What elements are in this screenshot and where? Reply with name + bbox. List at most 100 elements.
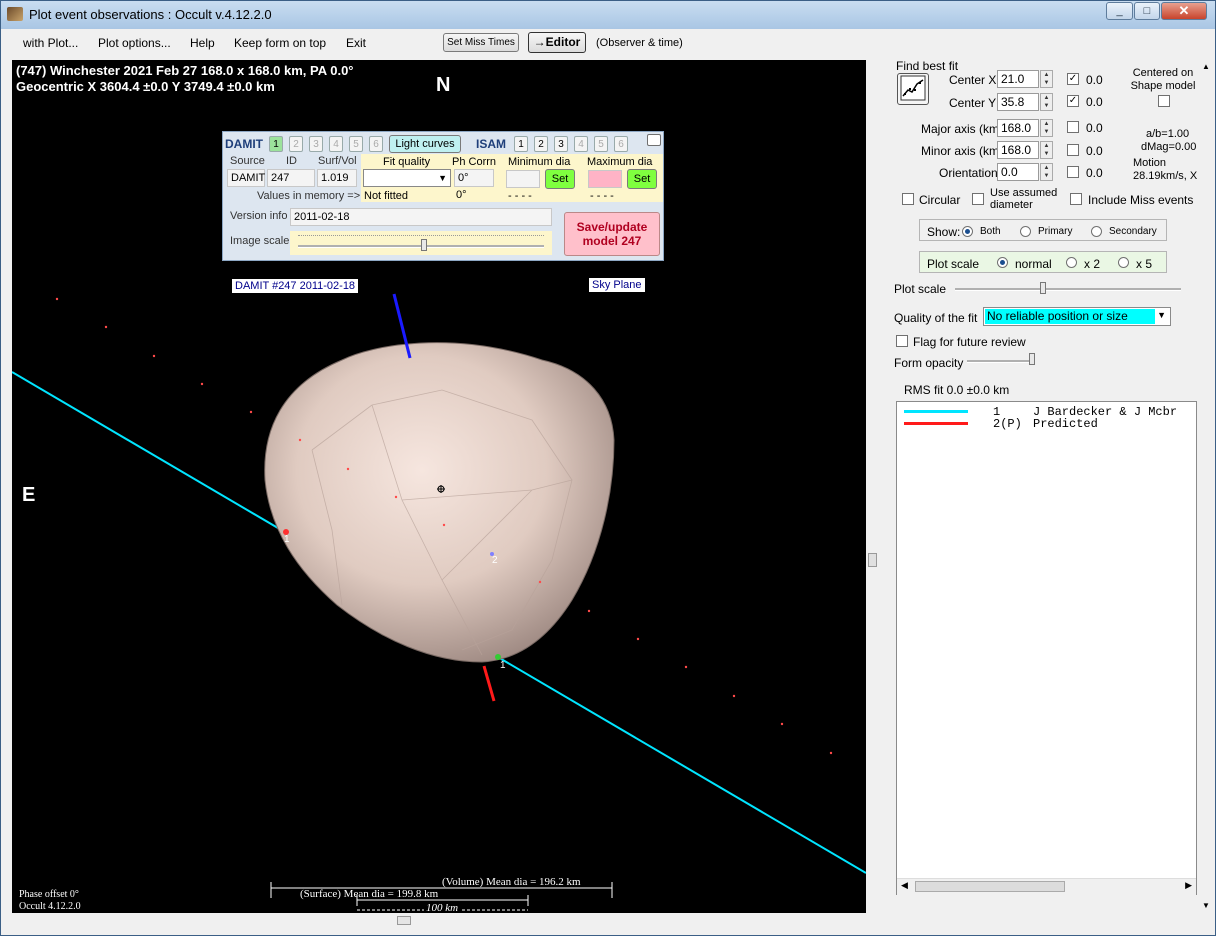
major-axis-checkbox[interactable]	[1067, 121, 1079, 133]
set-max-button[interactable]: Set	[627, 169, 657, 189]
chord-label-1b: 1	[500, 660, 506, 671]
center-y-spinner[interactable]: ▲ ▼	[1040, 93, 1053, 111]
orientation-residual: 0.0	[1086, 166, 1103, 180]
damit-model-1[interactable]: 1	[269, 136, 283, 152]
save-update-model-button[interactable]: Save/update model 247	[564, 212, 660, 256]
version-label: Occult 4.12.2.0	[19, 901, 81, 912]
min-dia-memory: - - - -	[508, 190, 532, 202]
best-fit-button[interactable]	[897, 73, 929, 105]
major-axis-spinner[interactable]: ▲ ▼	[1040, 119, 1053, 137]
scale-x5-radio[interactable]	[1118, 257, 1129, 268]
damit-model-5[interactable]: 5	[349, 136, 363, 152]
isam-model-2[interactable]: 2	[534, 136, 548, 152]
set-miss-times-button[interactable]: Set Miss Times	[443, 33, 519, 52]
title-bar: Plot event observations : Occult v.4.12.…	[1, 1, 1215, 29]
quality-select[interactable]: No reliable position or size ▼	[983, 307, 1171, 326]
minimize-button[interactable]: _	[1106, 2, 1133, 20]
form-opacity-thumb[interactable]	[1029, 353, 1035, 365]
legend-num-2: 2(P)	[993, 417, 1022, 431]
plot-scale-slider[interactable]	[955, 288, 1181, 291]
center-y-checkbox[interactable]: ✓	[1067, 95, 1079, 107]
damit-model-4[interactable]: 4	[329, 136, 343, 152]
phcorr-memory: 0°	[456, 189, 467, 201]
center-x-residual: 0.0	[1086, 73, 1103, 87]
id-header: ID	[286, 155, 297, 167]
observer-legend-list[interactable]: 1 J Bardecker & J Mcbr 2(P) Predicted ◀ …	[896, 401, 1197, 895]
editor-button[interactable]: →Editor	[528, 32, 586, 53]
minor-axis-label: Minor axis (km)	[921, 144, 1004, 158]
plot-scale-thumb[interactable]	[1040, 282, 1046, 294]
show-primary-radio[interactable]	[1020, 226, 1031, 237]
menu-keep-on-top[interactable]: Keep form on top	[234, 36, 326, 50]
minor-axis-spinner[interactable]: ▲ ▼	[1040, 141, 1053, 159]
show-secondary-radio[interactable]	[1091, 226, 1102, 237]
damit-model-6[interactable]: 6	[369, 136, 383, 152]
dropdown-arrow-icon: ▼	[1157, 310, 1166, 320]
version-info-label: Version info	[230, 210, 288, 222]
model-label: DAMIT #247 2011-02-18	[232, 279, 359, 293]
scroll-left-icon[interactable]: ◀	[901, 880, 908, 891]
damit-model-2[interactable]: 2	[289, 136, 303, 152]
minor-axis-checkbox[interactable]	[1067, 144, 1079, 156]
center-y-input[interactable]: 35.8	[997, 93, 1039, 111]
show-secondary-label: Secondary	[1109, 226, 1157, 237]
phcorr-header: Ph Corrn	[452, 156, 497, 168]
menu-help[interactable]: Help	[190, 36, 215, 50]
isam-model-1[interactable]: 1	[514, 136, 528, 152]
surface-dia-label: (Surface) Mean dia = 199.8 km	[300, 888, 439, 900]
include-miss-checkbox[interactable]	[1070, 193, 1082, 205]
orientation-spinner[interactable]: ▲ ▼	[1040, 163, 1053, 181]
legend-hscrollbar[interactable]: ◀ ▶	[897, 878, 1196, 895]
scroll-up-icon[interactable]: ▲	[1202, 62, 1210, 71]
maximize-button[interactable]: □	[1134, 2, 1160, 20]
isam-model-4[interactable]: 4	[574, 136, 588, 152]
fit-quality-select[interactable]: ▼	[363, 169, 451, 187]
circular-checkbox[interactable]	[902, 193, 914, 205]
orientation-input[interactable]: 0.0	[997, 163, 1039, 181]
major-axis-input[interactable]: 168.0	[997, 119, 1039, 137]
image-scale-thumb[interactable]	[421, 239, 427, 251]
min-dia-header: Minimum dia	[508, 156, 571, 168]
scale-x2-radio[interactable]	[1066, 257, 1077, 268]
center-x-input[interactable]: 21.0	[997, 70, 1039, 88]
fit-chart-icon	[900, 75, 926, 101]
show-both-label: Both	[980, 226, 1001, 237]
menu-plot-options[interactable]: Plot options...	[98, 36, 171, 50]
scroll-right-icon[interactable]: ▶	[1185, 880, 1192, 891]
ab-ratio-label: a/b=1.00	[1146, 128, 1190, 140]
plot-hscrollbar[interactable]	[12, 914, 866, 928]
scale-normal-radio[interactable]	[997, 257, 1008, 268]
minor-axis-residual: 0.0	[1086, 144, 1103, 158]
image-scale-slider[interactable]	[290, 231, 552, 255]
center-x-checkbox[interactable]: ✓	[1067, 73, 1079, 85]
center-x-spinner[interactable]: ▲ ▼	[1040, 70, 1053, 88]
flag-review-checkbox[interactable]	[896, 335, 908, 347]
orientation-checkbox[interactable]	[1067, 166, 1079, 178]
show-both-radio[interactable]	[962, 226, 973, 237]
chord-label-2: 2	[492, 555, 498, 566]
sky-plane-label: Sky Plane	[589, 278, 645, 292]
light-curves-button[interactable]: Light curves	[389, 135, 461, 153]
menu-exit[interactable]: Exit	[346, 36, 366, 50]
panel-minimize-checkbox[interactable]	[647, 134, 661, 146]
isam-model-3[interactable]: 3	[554, 136, 568, 152]
plot-header-line2: Geocentric X 3604.4 ±0.0 Y 3749.4 ±0.0 k…	[16, 79, 275, 94]
menu-with-plot[interactable]: with Plot...	[23, 36, 78, 50]
splitter-handle[interactable]	[868, 553, 877, 567]
scale-x2-label: x 2	[1084, 257, 1101, 271]
set-min-button[interactable]: Set	[545, 169, 575, 189]
isam-model-6[interactable]: 6	[614, 136, 628, 152]
right-panel-scrollbar[interactable]: ▲ ▼	[1200, 60, 1214, 912]
minor-axis-input[interactable]: 168.0	[997, 141, 1039, 159]
assumed-diameter-checkbox[interactable]	[972, 193, 984, 205]
centered-on-shape-checkbox[interactable]	[1158, 95, 1170, 107]
show-label: Show:	[927, 225, 961, 239]
form-opacity-slider[interactable]	[967, 360, 1035, 363]
quality-value: No reliable position or size	[985, 309, 1155, 324]
scroll-down-icon[interactable]: ▼	[1202, 901, 1210, 910]
close-button[interactable]: ✕	[1161, 2, 1207, 20]
predicted-vector	[482, 665, 496, 702]
damit-model-3[interactable]: 3	[309, 136, 323, 152]
chord-label-1: 1	[284, 534, 290, 545]
isam-model-5[interactable]: 5	[594, 136, 608, 152]
